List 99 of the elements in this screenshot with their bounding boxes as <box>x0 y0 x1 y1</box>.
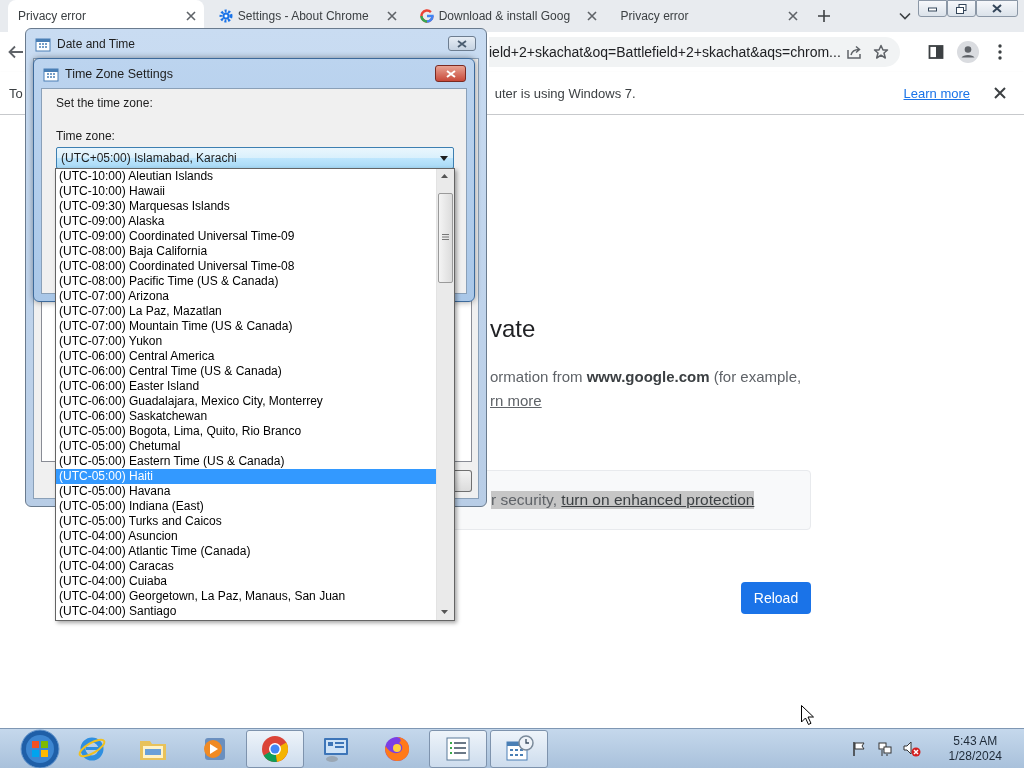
dropdown-option[interactable]: (UTC-06:00) Central America <box>56 349 436 364</box>
scroll-down-icon <box>441 610 448 614</box>
network-icon <box>876 740 893 757</box>
window-title: Date and Time <box>57 36 137 51</box>
dropdown-option[interactable]: (UTC-05:00) Havana <box>56 484 436 499</box>
side-panel-icon <box>928 44 944 60</box>
dialog-button[interactable] <box>455 470 472 492</box>
close-button[interactable] <box>435 65 466 82</box>
enhanced-protection-link[interactable]: turn on enhanced protection <box>561 491 755 508</box>
mouse-pointer-icon <box>801 705 814 725</box>
close-icon <box>183 9 198 23</box>
close-tab-button[interactable] <box>384 9 399 23</box>
calendar-icon <box>504 733 534 764</box>
volume-muted-icon <box>902 740 921 757</box>
dropdown-option[interactable]: (UTC-06:00) Saskatchewan <box>56 409 436 424</box>
dropdown-option[interactable]: (UTC-04:00) Asuncion <box>56 529 436 544</box>
arrow-left-icon <box>8 45 24 59</box>
dropdown-option[interactable]: (UTC-10:00) Aleutian Islands <box>56 169 436 184</box>
start-button[interactable] <box>20 728 60 768</box>
close-tab-button[interactable] <box>786 9 801 23</box>
scroll-up-icon <box>441 174 448 178</box>
dropdown-option[interactable]: (UTC-06:00) Easter Island <box>56 379 436 394</box>
scrollbar-thumb[interactable] <box>438 193 453 283</box>
dropdown-option[interactable]: (UTC-04:00) Cuiaba <box>56 574 436 589</box>
close-icon <box>992 4 1002 13</box>
dropdown-option[interactable]: (UTC-07:00) La Paz, Mazatlan <box>56 304 436 319</box>
dropdown-option[interactable]: (UTC-05:00) Turks and Caicos <box>56 514 436 529</box>
clock[interactable]: 5:43 AM 1/28/2024 <box>948 733 1002 764</box>
browser-tab[interactable]: Privacy error <box>610 0 807 32</box>
close-icon <box>445 69 456 78</box>
close-icon <box>457 39 467 48</box>
dropdown-option[interactable]: (UTC-07:00) Mountain Time (US & Canada) <box>56 319 436 334</box>
google-g-icon <box>419 9 434 23</box>
dropdown-option[interactable]: (UTC-07:00) Arizona <box>56 289 436 304</box>
window-title: Time Zone Settings <box>65 66 174 81</box>
dropdown-option[interactable]: (UTC-08:00) Pacific Time (US & Canada) <box>56 274 436 289</box>
taskbar-button[interactable] <box>490 729 548 768</box>
infobar-text: To <box>9 85 23 101</box>
close-tab-button[interactable] <box>585 9 600 23</box>
close-tab-button[interactable] <box>183 9 198 23</box>
browser-icon <box>260 733 290 764</box>
windows-logo-icon <box>20 728 60 768</box>
restore-button[interactable] <box>947 0 976 17</box>
dropdown-option[interactable]: (UTC-04:00) Caracas <box>56 559 436 574</box>
grip-icon <box>442 234 449 240</box>
close-icon <box>585 9 600 23</box>
dropdown-option[interactable]: (UTC-04:00) Santiago <box>56 604 436 619</box>
dropdown-option[interactable]: (UTC-08:00) Baja California <box>56 244 436 259</box>
time-zone-dropdown[interactable]: (UTC+05:00) Islamabad, Karachi <box>56 147 454 169</box>
learn-more-link[interactable]: Learn more <box>903 85 970 101</box>
close-icon <box>786 9 801 23</box>
clock-time: 5:43 AM <box>953 733 998 749</box>
calendar-icon <box>35 35 51 52</box>
dropdown-option[interactable]: (UTC-05:00) Indiana (East) <box>56 499 436 514</box>
close-infobar-button[interactable] <box>994 87 1006 99</box>
dropdown-option[interactable]: (UTC-05:00) Chetumal <box>56 439 436 454</box>
minimize-icon <box>928 5 937 12</box>
clock-date: 1/28/2024 <box>948 748 1002 764</box>
dropdown-option[interactable]: (UTC-04:00) Georgetown, La Paz, Manaus, San Juan <box>56 589 436 604</box>
dropdown-option[interactable]: (UTC-10:00) Hawaii <box>56 184 436 199</box>
dropdown-option[interactable]: (UTC-09:00) Coordinated Universal Time-09 <box>56 229 436 244</box>
person-icon <box>957 41 979 63</box>
star-icon <box>872 44 889 60</box>
gear-icon <box>218 9 233 23</box>
flag-icon <box>850 740 867 757</box>
dropdown-option[interactable]: (UTC-06:00) Guadalajara, Mexico City, Monterrey <box>56 394 436 409</box>
prompt-text: Set the time zone: <box>56 95 154 112</box>
dropdown-option[interactable]: (UTC-05:00) Bogota, Lima, Quito, Rio Branco <box>56 424 436 439</box>
taskbar-button[interactable] <box>429 729 487 768</box>
taskbar-button[interactable] <box>246 729 304 768</box>
page-text: ormation from www.google.com (for example, <box>490 367 803 387</box>
back-button[interactable] <box>8 45 24 59</box>
learn-more-link[interactable]: rn more <box>490 392 542 409</box>
field-label: Time zone: <box>56 128 116 145</box>
infobar-text: uter is using Windows 7. <box>494 85 637 101</box>
close-button[interactable] <box>976 0 1018 17</box>
dropdown-option[interactable]: (UTC-07:00) Yukon <box>56 334 436 349</box>
restore-icon <box>956 3 967 14</box>
page-heading: vate <box>490 315 537 343</box>
scrollbar[interactable] <box>436 169 454 620</box>
caret-down-icon <box>440 155 448 161</box>
browser-tab[interactable]: Download & install Goog <box>409 0 606 32</box>
dropdown-option[interactable]: (UTC-09:00) Alaska <box>56 214 436 229</box>
close-icon <box>994 87 1006 99</box>
plus-icon <box>817 9 832 23</box>
share-icon <box>846 44 863 60</box>
dropdown-option[interactable]: (UTC-04:00) Atlantic Time (Canada) <box>56 544 436 559</box>
more-vertical-icon <box>998 44 1002 60</box>
address-bar[interactable]: ield+2+skachat&oq=Battlefield+2+skachat&aqs=chrom... <box>489 37 900 67</box>
dropdown-option[interactable]: (UTC-09:30) Marquesas Islands <box>56 199 436 214</box>
reload-button[interactable]: Reload <box>741 582 811 614</box>
dropdown-option[interactable]: (UTC-08:00) Coordinated Universal Time-08 <box>56 259 436 274</box>
security-text: r security, turn on enhanced protection <box>491 491 755 509</box>
dropdown-option[interactable]: (UTC-06:00) Central Time (US & Canada) <box>56 364 436 379</box>
close-icon <box>384 9 399 23</box>
close-button[interactable] <box>448 36 476 51</box>
browser-tab[interactable]: Settings - About Chrome <box>208 0 405 32</box>
calendar-icon <box>43 65 59 82</box>
dropdown-option[interactable]: (UTC-05:00) Eastern Time (US & Canada) <box>56 454 436 469</box>
